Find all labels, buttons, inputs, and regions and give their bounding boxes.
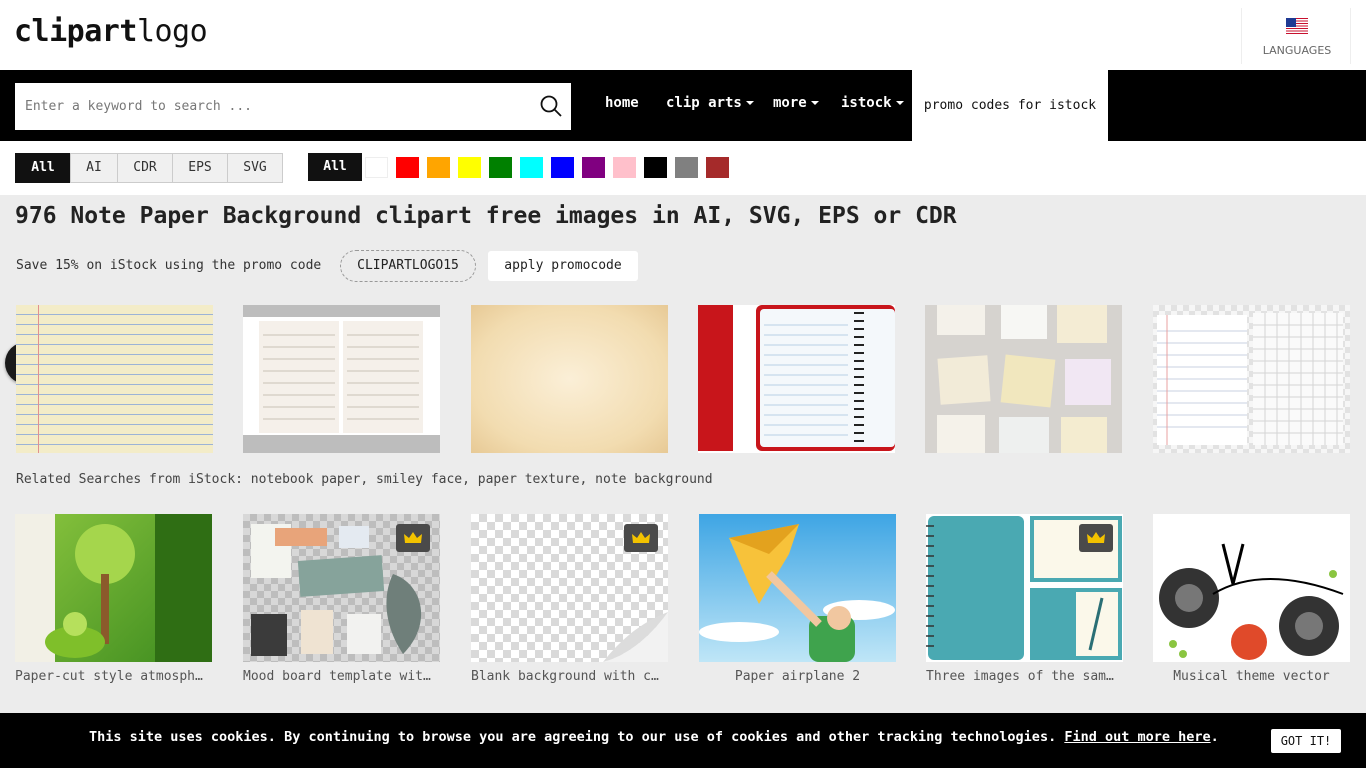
crown-icon: [1079, 524, 1113, 552]
search-box: [15, 83, 571, 130]
nav-clip-arts[interactable]: clip arts: [666, 95, 754, 111]
thumbnail-paper-sheets[interactable]: [1153, 305, 1350, 453]
thumbnail-caption[interactable]: Three images of the sam…: [926, 669, 1123, 684]
format-filter-ai[interactable]: AI: [70, 153, 118, 183]
related-searches: Related Searches from iStock: notebook p…: [16, 472, 713, 487]
main-nav: home clip arts more istock promo codes f…: [0, 70, 1366, 141]
format-filter-cdr[interactable]: CDR: [117, 153, 173, 183]
promo-text: Save 15% on iStock using the promo code: [16, 258, 322, 273]
logo-light: logo: [136, 14, 208, 49]
nav-home[interactable]: home: [605, 95, 639, 111]
site-header: clipartlogo LANGUAGES: [0, 0, 1366, 70]
thumbnail-caption[interactable]: Paper-cut style atmosph…: [15, 669, 212, 684]
thumbnail-caption[interactable]: Musical theme vector: [1153, 669, 1350, 684]
color-swatch[interactable]: [427, 157, 450, 178]
cookie-text-wrapper: This site uses cookies. By continuing to…: [89, 729, 1219, 745]
color-swatch[interactable]: [365, 157, 388, 178]
cookie-got-it-button[interactable]: GOT IT!: [1271, 729, 1341, 753]
thumbnail-mood-board[interactable]: [243, 514, 440, 662]
nav-home-label: home: [605, 95, 639, 111]
nav-istock[interactable]: istock: [841, 95, 904, 111]
color-swatch[interactable]: [644, 157, 667, 178]
cookie-dot: .: [1210, 729, 1219, 745]
apply-promocode-button[interactable]: apply promocode: [488, 251, 638, 281]
search-input[interactable]: [15, 83, 525, 130]
thumbnail-paper-airplane[interactable]: [699, 514, 896, 662]
thumbnail-blank-background[interactable]: [471, 514, 668, 662]
filter-bar: All AI CDR EPS SVG All: [0, 141, 1366, 195]
nav-istock-label: istock: [841, 95, 892, 111]
color-swatch[interactable]: [396, 157, 419, 178]
thumbnail-caption[interactable]: Paper airplane 2: [699, 669, 896, 684]
cookie-banner: This site uses cookies. By continuing to…: [0, 713, 1366, 768]
chevron-down-icon: [895, 101, 904, 105]
thumbnail-paper-cut[interactable]: [15, 514, 212, 662]
color-swatch[interactable]: [551, 157, 574, 178]
crown-icon: [624, 524, 658, 552]
color-swatch[interactable]: [613, 157, 636, 178]
thumbnail-notebook-pages[interactable]: [243, 305, 440, 453]
color-swatch[interactable]: [675, 157, 698, 178]
logo-bold: clipart: [14, 14, 137, 49]
thumbnail-caption[interactable]: Blank background with c…: [471, 669, 668, 684]
chevron-down-icon: [810, 101, 819, 105]
promo-code-badge[interactable]: CLIPARTLOGO15: [340, 250, 476, 282]
nav-more-label: more: [773, 95, 807, 111]
color-swatch[interactable]: [520, 157, 543, 178]
us-flag-icon: [1286, 18, 1308, 34]
color-swatch[interactable]: [582, 157, 605, 178]
thumbnail-sticky-notes[interactable]: [925, 305, 1122, 453]
thumbnail-caption[interactable]: Mood board template wit…: [243, 669, 440, 684]
crown-icon: [396, 524, 430, 552]
chevron-down-icon: [745, 101, 754, 105]
thumbnail-teal-notebooks[interactable]: [926, 514, 1123, 662]
thumbnail-spiral-notebook[interactable]: [698, 305, 895, 453]
nav-more[interactable]: more: [773, 95, 819, 111]
thumbnail-lined-paper[interactable]: [16, 305, 213, 453]
nav-clip-arts-label: clip arts: [666, 95, 742, 111]
site-logo[interactable]: clipartlogo: [14, 14, 208, 49]
color-swatch[interactable]: [489, 157, 512, 178]
page-title: 976 Note Paper Background clipart free i…: [15, 203, 957, 229]
nav-promo-codes[interactable]: promo codes for istock: [912, 70, 1108, 141]
search-icon[interactable]: [539, 94, 563, 118]
format-filter-all[interactable]: All: [15, 153, 71, 183]
languages-button[interactable]: LANGUAGES: [1241, 8, 1351, 64]
languages-label: LANGUAGES: [1262, 44, 1332, 57]
color-swatch[interactable]: [706, 157, 729, 178]
thumbnail-musical-theme[interactable]: [1153, 514, 1350, 662]
thumbnail-old-paper[interactable]: [471, 305, 668, 453]
cookie-message: This site uses cookies. By continuing to…: [89, 729, 1057, 745]
format-filter-eps[interactable]: EPS: [172, 153, 228, 183]
color-filter-all[interactable]: All: [308, 153, 362, 181]
cookie-find-out-more-link[interactable]: Find out more here: [1064, 729, 1210, 745]
color-swatch[interactable]: [458, 157, 481, 178]
format-filter-svg[interactable]: SVG: [227, 153, 283, 183]
